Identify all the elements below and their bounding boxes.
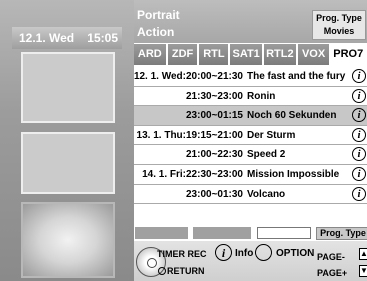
program-time: 20:00~21:30 [186, 71, 243, 82]
preview-window-1 [21, 52, 115, 123]
prog-type-indicator: Prog. Type Movies [312, 10, 366, 40]
tab-rtl2[interactable]: RTL2 [264, 44, 296, 65]
program-time: 22:30~23:00 [186, 168, 243, 180]
color-button-bar: Prog. Type [134, 227, 367, 240]
program-time: 23:00~01:15 [186, 110, 243, 122]
info-icon[interactable]: i [352, 147, 366, 162]
program-title: Der Sturm [247, 129, 296, 141]
page-down-icon: ▼ [359, 265, 367, 277]
program-time: 19:15~21:00 [186, 129, 243, 141]
page-plus-label: PAGE+ [317, 268, 348, 278]
current-date: 12.1. Wed [19, 31, 75, 45]
green-button[interactable] [193, 227, 251, 239]
program-title: Ronin [247, 90, 276, 102]
program-datetime: 14. 1. Fri:22:30~23:00 [142, 165, 243, 184]
program-time: 21:30~23:00 [186, 90, 243, 102]
return-circle-icon [158, 267, 166, 275]
red-button[interactable] [135, 227, 188, 239]
tab-pro7[interactable]: PRO7 [331, 44, 366, 65]
program-time: 21:00~22:30 [186, 149, 243, 161]
yellow-button[interactable] [257, 227, 311, 239]
tab-sat1[interactable]: SAT1 [230, 44, 262, 65]
channel-tabs: ARD ZDF RTL SAT1 RTL2 VOX PRO7 [134, 44, 367, 65]
program-datetime: 21:30~23:00 [186, 87, 243, 106]
prog-type-button[interactable]: Prog. Type [316, 227, 367, 240]
timer-rec-label: TIMER REC [157, 249, 207, 259]
preview-window-2 [21, 132, 115, 194]
page-up-icon: ▲ [359, 248, 367, 260]
info-icon[interactable]: i [352, 186, 366, 201]
info-icon: i [215, 244, 232, 261]
program-title: Mission Impossible [247, 168, 340, 180]
program-datetime: 23:00~01:30 [186, 185, 243, 204]
control-footer: TIMER REC RETURN i Info OPTION PAGE- PAG… [134, 241, 367, 281]
program-list: 12. 1. Wed:20:00~21:30 The fast and the f… [134, 67, 367, 224]
info-icon[interactable]: i [352, 127, 366, 142]
program-row[interactable]: 23:00~01:15 Noch 60 Sekunden i [134, 106, 367, 126]
left-panel: 12.1. Wed 15:05 [0, 0, 134, 281]
program-datetime: 13. 1. Thu:19:15~21:00 [137, 126, 243, 145]
option-label: OPTION [276, 248, 315, 259]
option-circle-icon [255, 244, 272, 261]
subcategory-label: Action [137, 25, 175, 39]
program-row[interactable]: 12. 1. Wed:20:00~21:30 The fast and the f… [134, 67, 367, 87]
tab-zdf[interactable]: ZDF [167, 44, 198, 65]
program-row[interactable]: 21:00~22:30 Speed 2 i [134, 145, 367, 165]
program-title: The fast and the fury [247, 71, 346, 82]
program-date: 14. 1. Fri: [142, 168, 186, 180]
program-date: 13. 1. Thu: [136, 129, 186, 141]
info-icon[interactable]: i [352, 108, 366, 123]
program-time: 23:00~01:30 [186, 188, 243, 200]
program-date: 12. 1. Wed: [133, 71, 186, 82]
tab-ard[interactable]: ARD [134, 44, 166, 65]
program-datetime: 21:00~22:30 [186, 145, 243, 164]
program-datetime: 23:00~01:15 [186, 106, 243, 125]
preview-window-3 [21, 202, 115, 278]
info-icon[interactable]: i [352, 166, 366, 181]
category-label: Portrait [137, 8, 180, 22]
program-row[interactable]: 14. 1. Fri:22:30~23:00 Mission Impossible… [134, 165, 367, 185]
program-title: Noch 60 Sekunden [247, 110, 337, 122]
program-title: Volcano [247, 188, 286, 200]
info-icon[interactable]: i [352, 69, 366, 83]
info-icon[interactable]: i [352, 88, 366, 103]
prog-type-value: Movies [323, 26, 355, 36]
return-label: RETURN [167, 266, 205, 276]
tab-rtl[interactable]: RTL [199, 44, 229, 65]
date-time-bar: 12.1. Wed 15:05 [12, 27, 122, 49]
program-datetime: 12. 1. Wed:20:00~21:30 [134, 67, 243, 86]
program-title: Speed 2 [247, 149, 286, 161]
prog-type-label: Prog. Type [316, 13, 362, 23]
guide-header: Portrait Action Prog. Type Movies [134, 0, 367, 43]
program-row[interactable]: 23:00~01:30 Volcano i [134, 185, 367, 205]
tab-vox[interactable]: VOX [297, 44, 330, 65]
current-time: 15:05 [87, 31, 118, 45]
info-label: Info [235, 248, 254, 259]
program-row[interactable]: 13. 1. Thu:19:15~21:00 Der Sturm i [134, 126, 367, 146]
program-row[interactable]: 21:30~23:00 Ronin i [134, 87, 367, 107]
page-minus-label: PAGE- [317, 252, 345, 262]
